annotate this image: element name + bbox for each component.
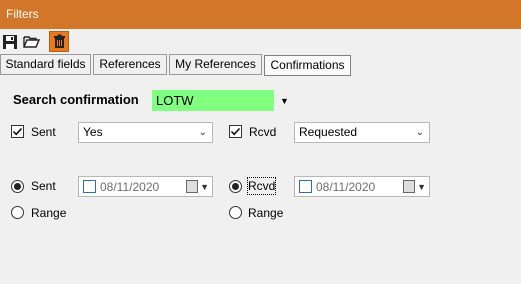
rcvd-range-radio[interactable]: [229, 206, 242, 219]
tab-references[interactable]: References: [93, 54, 167, 75]
rcvd-date-enable-checkbox[interactable]: [299, 180, 312, 193]
sent-date-value: 08/11/2020: [100, 180, 160, 194]
tab-confirmations[interactable]: Confirmations: [264, 55, 351, 76]
window-title: Filters: [0, 0, 521, 29]
checkmark-icon: [230, 127, 241, 136]
rcvd-select[interactable]: Requested ⌄: [294, 122, 430, 143]
open-folder-icon[interactable]: [21, 31, 41, 52]
sent-date-radio[interactable]: [11, 180, 24, 193]
save-icon[interactable]: [0, 31, 20, 52]
search-confirmation-select[interactable]: LOTW ▼: [152, 90, 292, 111]
rcvd-range-label: Range: [248, 206, 284, 220]
rcvd-date-radio[interactable]: [229, 180, 242, 193]
rcvd-checkbox[interactable]: [229, 125, 242, 138]
tab-standard-fields[interactable]: Standard fields: [0, 54, 91, 75]
checkmark-icon: [12, 127, 23, 136]
sent-range-label: Range: [31, 206, 67, 220]
chevron-down-icon[interactable]: ▼: [417, 178, 426, 196]
chevron-down-icon[interactable]: ▼: [200, 178, 209, 196]
search-confirmation-value: LOTW: [152, 90, 274, 111]
chevron-down-icon: ⌄: [198, 127, 207, 138]
rcvd-date-label: Rcvd: [246, 177, 277, 195]
sent-checkbox[interactable]: [11, 125, 24, 138]
toolbar: [0, 31, 521, 53]
sent-select[interactable]: Yes ⌄: [78, 122, 213, 143]
calendar-icon[interactable]: [186, 180, 198, 193]
rcvd-select-value: Requested: [299, 125, 358, 139]
search-confirmation-label: Search confirmation: [13, 92, 139, 107]
sent-select-value: Yes: [83, 125, 103, 139]
sent-date-picker[interactable]: 08/11/2020 ▼: [78, 176, 213, 197]
sent-date-label: Sent: [31, 179, 56, 193]
tab-my-references[interactable]: My References: [169, 54, 262, 75]
rcvd-date-value: 08/11/2020: [316, 180, 376, 194]
chevron-down-icon: ⌄: [415, 127, 424, 138]
sent-label: Sent: [31, 125, 56, 139]
chevron-down-icon: ▼: [280, 96, 289, 106]
rcvd-date-picker[interactable]: 08/11/2020 ▼: [294, 176, 430, 197]
sent-range-radio[interactable]: [11, 206, 24, 219]
delete-icon[interactable]: [49, 31, 69, 52]
sent-date-enable-checkbox[interactable]: [83, 180, 96, 193]
rcvd-label: Rcvd: [249, 125, 277, 139]
calendar-icon[interactable]: [403, 180, 415, 193]
tab-strip: Standard fields References My References…: [0, 54, 521, 76]
